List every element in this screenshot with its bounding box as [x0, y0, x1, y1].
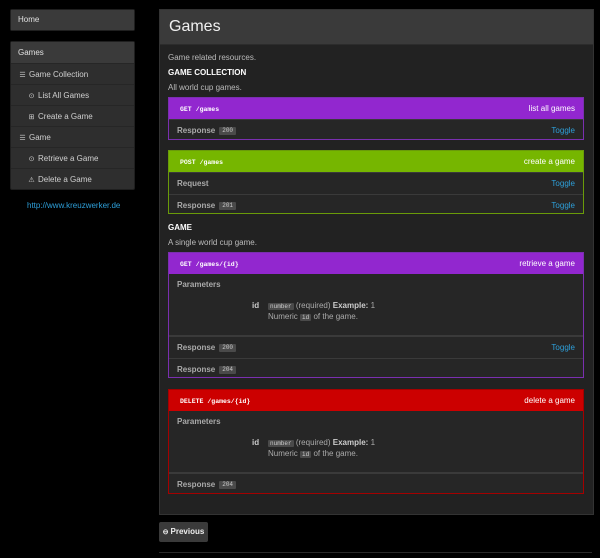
response-row: Response 204: [169, 358, 583, 380]
param-type: number: [268, 303, 294, 310]
param-description: Numeric id of the game.: [268, 449, 358, 458]
response-row: Response 201 Toggle: [169, 194, 583, 216]
circle-arrow-icon: ⊙: [28, 156, 35, 163]
section-title-game-collection: GAME COLLECTION: [168, 68, 247, 77]
status-badge: 200: [219, 127, 237, 135]
footer-divider: [159, 552, 592, 553]
toggle-link[interactable]: Toggle: [551, 173, 575, 194]
status-badge: 204: [219, 481, 237, 489]
parameters-label: Parameters: [177, 280, 221, 289]
toggle-link[interactable]: Toggle: [551, 120, 575, 141]
nav-item-list-all-games[interactable]: ⊙ List All Games: [11, 84, 134, 105]
status-badge: 204: [219, 366, 237, 374]
param-type: number: [268, 440, 294, 447]
request-row: Request Toggle: [169, 172, 583, 194]
nav-games-heading[interactable]: Games: [11, 42, 134, 63]
param-name: id: [252, 301, 260, 310]
section-title-game: GAME: [168, 223, 192, 232]
resource-delete-game: DELETE/games/{id} delete a game Paramete…: [168, 389, 584, 494]
param-description: Numeric id of the game.: [268, 312, 358, 321]
section-desc-game: A single world cup game.: [168, 238, 257, 247]
nav-home-box: Home: [10, 9, 135, 31]
parameters-block: Parameters id number (required) Example:…: [169, 411, 583, 473]
status-badge: 201: [219, 202, 237, 210]
section-desc-game-collection: All world cup games.: [168, 83, 242, 92]
resource-header[interactable]: GET/games/{id} retrieve a game: [169, 253, 583, 274]
nav-item-retrieve-a-game[interactable]: ⊙ Retrieve a Game: [11, 147, 134, 168]
plus-square-icon: ⊞: [28, 114, 35, 121]
response-row: Response 204: [169, 473, 583, 495]
list-icon: ☰: [19, 135, 26, 142]
page-title: Games: [160, 10, 593, 45]
param-name: id: [252, 438, 260, 447]
nav-item-game[interactable]: ☰ Game: [11, 126, 134, 147]
games-panel: Games Game related resources. GAME COLLE…: [159, 9, 594, 515]
circle-arrow-left-icon: ⊖: [162, 529, 169, 536]
nav-games-box: Games ☰ Game Collection ⊙ List All Games ⊞…: [10, 41, 135, 190]
param-details: number (required) Example: 1: [268, 438, 376, 447]
previous-button[interactable]: ⊖ Previous: [159, 522, 208, 542]
parameters-label: Parameters: [177, 417, 221, 426]
nav-item-game-collection[interactable]: ☰ Game Collection: [11, 63, 134, 84]
resource-header[interactable]: GET/games list all games: [169, 98, 583, 119]
response-row: Response 200 Toggle: [169, 336, 583, 358]
external-link[interactable]: http://www.kreuzwerker.de: [27, 201, 120, 210]
warning-icon: ⚠: [28, 177, 35, 184]
list-icon: ☰: [19, 72, 26, 79]
resource-header[interactable]: DELETE/games/{id} delete a game: [169, 390, 583, 411]
nav-home-link[interactable]: Home: [11, 10, 134, 30]
response-row: Response 200 Toggle: [169, 119, 583, 141]
intro-text: Game related resources.: [168, 53, 257, 62]
toggle-link[interactable]: Toggle: [551, 337, 575, 358]
parameters-block: Parameters id number (required) Example:…: [169, 274, 583, 336]
resource-get-games: GET/games list all games Response 200 Tog…: [168, 97, 584, 140]
resource-post-games: POST/games create a game Request Toggle …: [168, 150, 584, 214]
resource-header[interactable]: POST/games create a game: [169, 151, 583, 172]
circle-arrow-icon: ⊙: [28, 93, 35, 100]
nav-item-create-a-game[interactable]: ⊞ Create a Game: [11, 105, 134, 126]
toggle-link[interactable]: Toggle: [551, 195, 575, 216]
resource-get-game: GET/games/{id} retrieve a game Parameter…: [168, 252, 584, 378]
status-badge: 200: [219, 344, 237, 352]
nav-item-delete-a-game[interactable]: ⚠ Delete a Game: [11, 168, 134, 189]
param-details: number (required) Example: 1: [268, 301, 376, 310]
